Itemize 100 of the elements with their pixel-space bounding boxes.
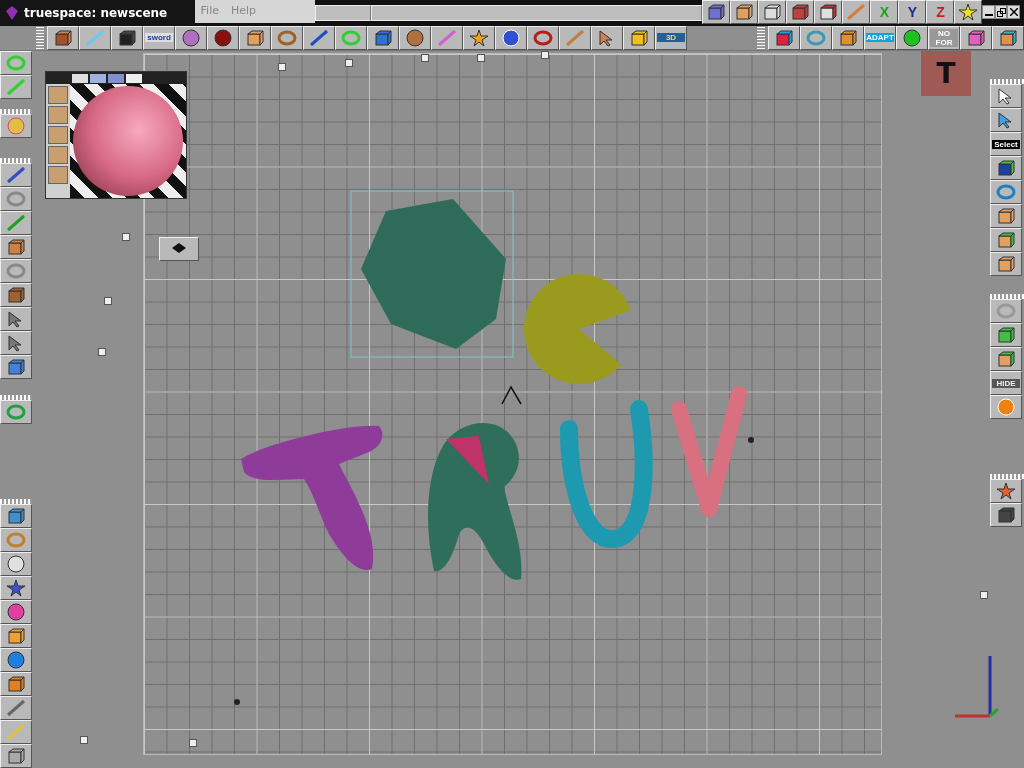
tool-button[interactable]	[0, 696, 32, 720]
tool-button[interactable]	[990, 323, 1022, 347]
tool-button[interactable]	[990, 228, 1022, 252]
tool-button[interactable]	[111, 26, 143, 50]
menu-item[interactable]: File	[200, 4, 219, 17]
tool-button[interactable]	[992, 26, 1024, 50]
menu-item[interactable]: Help	[231, 4, 257, 17]
handle-marker[interactable]	[104, 297, 112, 305]
tool-button[interactable]	[0, 672, 32, 696]
swatch-tab[interactable]	[108, 73, 124, 83]
tool-button[interactable]	[0, 163, 32, 187]
tool-button[interactable]	[0, 528, 32, 552]
tool-button[interactable]	[0, 552, 32, 576]
handle-marker[interactable]	[189, 739, 197, 747]
tool-button[interactable]	[730, 0, 759, 24]
toolbar-grip[interactable]	[0, 158, 32, 163]
tool-button[interactable]	[303, 26, 335, 50]
tool-button[interactable]	[758, 0, 787, 24]
tool-button[interactable]	[399, 26, 431, 50]
tool-button[interactable]	[0, 211, 32, 235]
tool-button[interactable]	[0, 259, 32, 283]
tool-button[interactable]	[960, 26, 992, 50]
tool-button[interactable]	[367, 26, 399, 50]
tool-button[interactable]	[990, 252, 1022, 276]
tool-button[interactable]	[271, 26, 303, 50]
tool-button[interactable]	[559, 26, 591, 50]
tool-button[interactable]	[175, 26, 207, 50]
tool-button[interactable]	[159, 237, 199, 261]
tool-button[interactable]	[0, 187, 32, 211]
swatch-tab[interactable]	[72, 73, 88, 83]
toolbar-grip[interactable]	[757, 27, 765, 49]
swatch-tab[interactable]	[126, 73, 142, 83]
tool-button[interactable]	[0, 504, 32, 528]
handle-marker[interactable]	[80, 736, 88, 744]
tool-button[interactable]	[239, 26, 271, 50]
axis-button[interactable]: X	[870, 0, 899, 24]
tool-button[interactable]	[335, 26, 367, 50]
tool-button[interactable]	[702, 0, 731, 24]
toolbar-grip[interactable]	[0, 499, 32, 504]
toolbar-grip[interactable]	[990, 294, 1024, 299]
tool-button[interactable]	[990, 204, 1022, 228]
handle-marker[interactable]	[477, 54, 485, 62]
handle-marker[interactable]	[421, 54, 429, 62]
tool-button[interactable]	[0, 648, 32, 672]
tool-button[interactable]	[79, 26, 111, 50]
tool-button[interactable]: sword	[143, 26, 175, 50]
tool-button[interactable]	[990, 347, 1022, 371]
tool-button[interactable]	[0, 600, 32, 624]
tool-button[interactable]	[47, 26, 79, 50]
tool-button[interactable]	[842, 0, 871, 24]
tool-button[interactable]	[527, 26, 559, 50]
tool-button[interactable]	[0, 400, 32, 424]
toolbar-grip[interactable]	[0, 395, 32, 400]
tool-button[interactable]: NO FOR	[928, 26, 960, 50]
toolbar-grip[interactable]	[990, 474, 1024, 479]
tool-button[interactable]	[207, 26, 239, 50]
toolbar-grip[interactable]	[0, 109, 32, 114]
handle-marker[interactable]	[980, 591, 988, 599]
tool-button[interactable]	[0, 331, 32, 355]
tool-button[interactable]: 3D	[655, 26, 687, 50]
tool-button[interactable]	[0, 355, 32, 379]
tool-button[interactable]	[990, 108, 1022, 132]
tool-button[interactable]	[800, 26, 832, 50]
tool-button[interactable]	[0, 576, 32, 600]
handle-marker[interactable]	[541, 51, 549, 59]
tool-button[interactable]	[990, 503, 1022, 527]
tool-button[interactable]	[896, 26, 928, 50]
tool-button[interactable]	[463, 26, 495, 50]
tool-button[interactable]: Select	[990, 132, 1022, 156]
swatch-tab[interactable]	[90, 73, 106, 83]
toolbar-grip[interactable]	[36, 27, 44, 49]
handle-marker[interactable]	[122, 233, 130, 241]
tool-button[interactable]	[990, 395, 1022, 419]
tool-button[interactable]	[990, 180, 1022, 204]
axis-button[interactable]: Y	[898, 0, 927, 24]
tool-button[interactable]	[990, 156, 1022, 180]
close-button[interactable]	[1007, 5, 1020, 19]
tool-button[interactable]	[990, 479, 1022, 503]
tool-button[interactable]	[0, 235, 32, 259]
minimize-button[interactable]	[982, 5, 995, 19]
tool-button[interactable]	[0, 744, 32, 768]
tool-button[interactable]	[0, 720, 32, 744]
handle-marker[interactable]	[345, 59, 353, 67]
tool-button[interactable]	[832, 26, 864, 50]
tool-button[interactable]	[954, 0, 983, 24]
tool-button[interactable]: HIDE	[990, 371, 1022, 395]
tool-button[interactable]	[0, 75, 32, 99]
axis-button[interactable]: Z	[926, 0, 955, 24]
handle-marker[interactable]	[278, 63, 286, 71]
tool-button[interactable]	[623, 26, 655, 50]
tool-button[interactable]	[591, 26, 623, 50]
tool-button[interactable]	[786, 0, 815, 24]
tool-button[interactable]	[0, 114, 32, 138]
tool-button[interactable]	[431, 26, 463, 50]
toolbar-grip[interactable]	[990, 79, 1024, 84]
tool-button[interactable]	[990, 84, 1022, 108]
tool-button[interactable]	[0, 307, 32, 331]
tool-button[interactable]	[814, 0, 843, 24]
tool-button[interactable]	[0, 624, 32, 648]
tool-button[interactable]	[0, 51, 32, 75]
